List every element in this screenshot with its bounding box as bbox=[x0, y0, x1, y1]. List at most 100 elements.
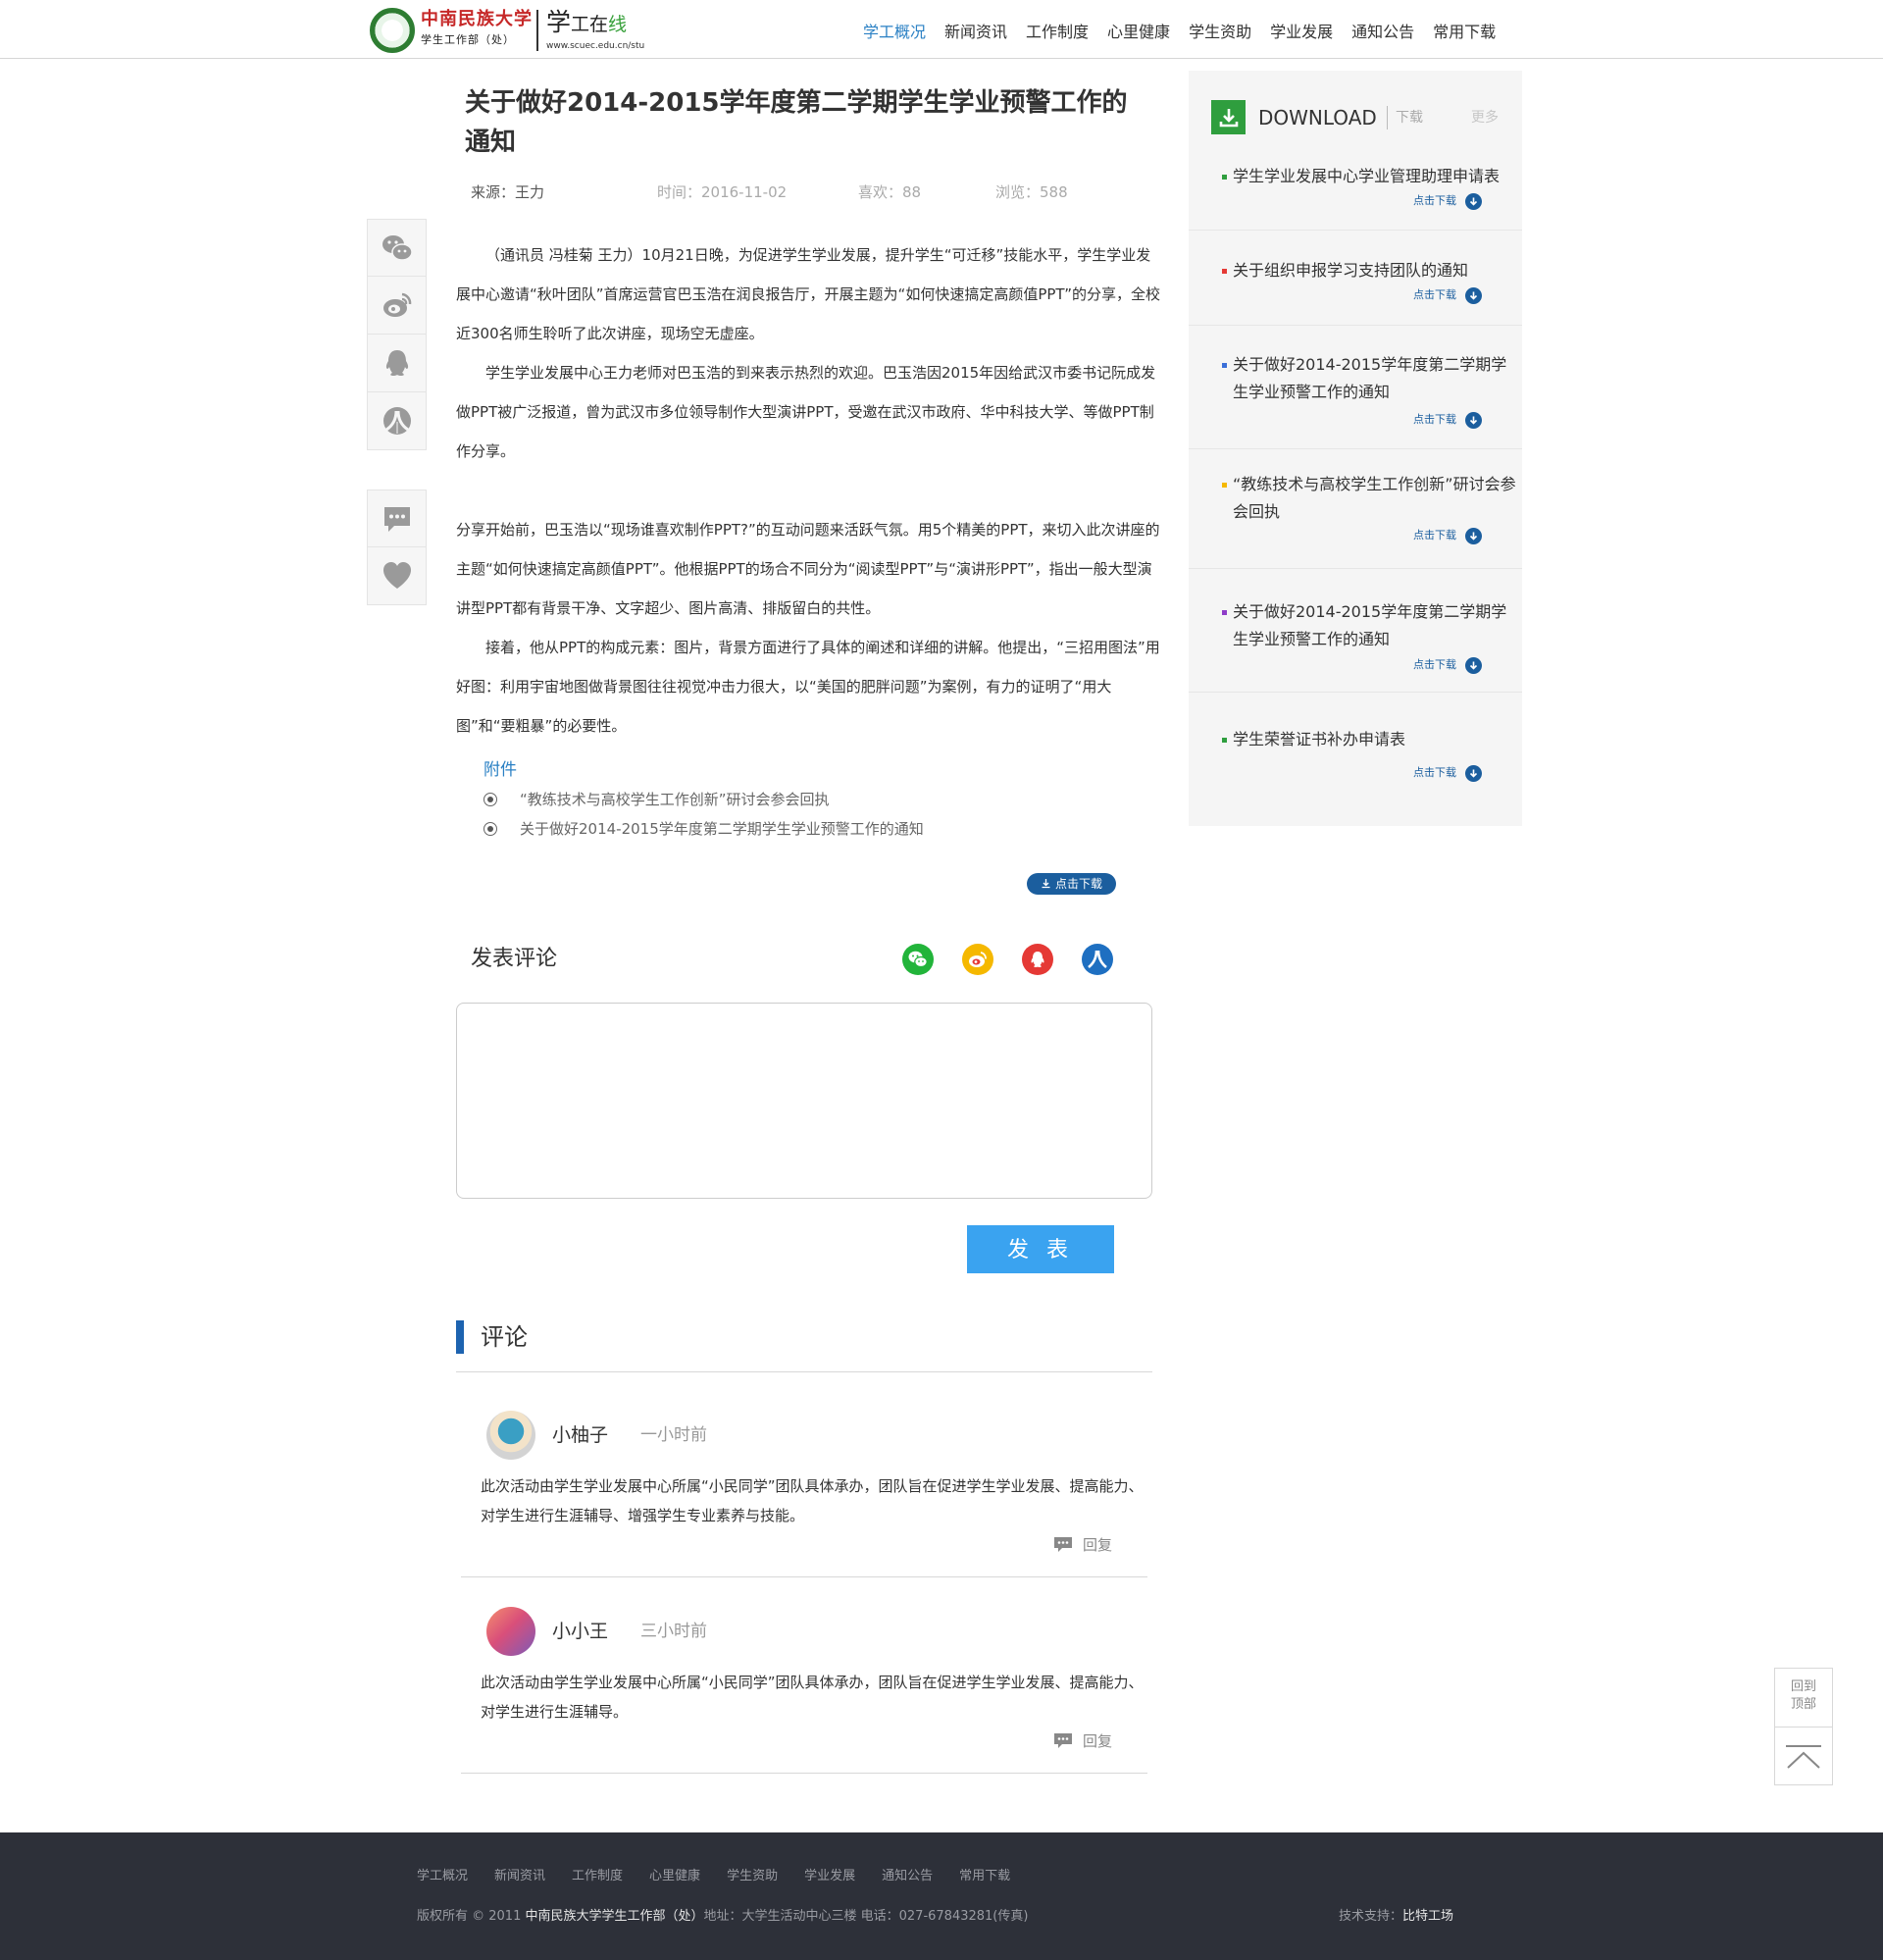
share-rail bbox=[367, 219, 427, 605]
footer: 学工概况 新闻资讯 工作制度 心里健康 学生资助 学业发展 通知公告 常用下载 … bbox=[0, 1832, 1883, 1960]
avatar[interactable] bbox=[486, 1411, 535, 1460]
footer-link-overview[interactable]: 学工概况 bbox=[417, 1867, 468, 1886]
share-wechat-button[interactable] bbox=[902, 944, 934, 975]
comment-item: 小小王 三小时前 此次活动由学生学业发展中心所属“小民同学”团队具体承办，团队旨… bbox=[461, 1607, 1147, 1774]
radio-icon bbox=[483, 793, 497, 806]
comment-text: 此次活动由学生学业发展中心所属“小民同学”团队具体承办，团队旨在促进学生学业发展… bbox=[481, 1477, 1144, 1524]
bullet-dot bbox=[1222, 363, 1227, 368]
download-icon bbox=[1211, 100, 1246, 134]
qq-icon bbox=[1031, 952, 1044, 967]
logo-site-title-b: 工在 bbox=[571, 14, 609, 35]
back-to-top[interactable]: 回到顶部 bbox=[1774, 1668, 1833, 1785]
download-circle-icon bbox=[1465, 411, 1482, 429]
rail-like-button[interactable] bbox=[367, 547, 427, 605]
back-to-top-arrow-button[interactable] bbox=[1775, 1728, 1832, 1785]
share-weibo-button[interactable] bbox=[962, 944, 993, 975]
download-label: 点击下载 bbox=[1413, 413, 1456, 426]
rail-wechat-button[interactable] bbox=[367, 219, 427, 277]
qq-icon bbox=[385, 350, 408, 376]
nav-item-academic-development[interactable]: 学业发展 bbox=[1270, 20, 1333, 45]
share-qq-button[interactable] bbox=[1022, 944, 1053, 975]
university-emblem-icon bbox=[370, 8, 415, 53]
attachment-label: “教练技术与高校学生工作创新”研讨会参会回执 bbox=[520, 791, 830, 808]
download-icon bbox=[1042, 879, 1050, 889]
sidebar-item-label[interactable]: 关于做好2014-2015学年度第二学期学生学业预警工作的通知 bbox=[1233, 598, 1517, 653]
footer-link-news[interactable]: 新闻资讯 bbox=[494, 1867, 545, 1886]
attachment-download-button[interactable]: 点击下载 bbox=[1027, 873, 1116, 895]
reply-label: 回复 bbox=[1083, 1732, 1113, 1750]
sidebar-download-item: “教练技术与高校学生工作创新”研讨会参会回执 点击下载 bbox=[1189, 449, 1522, 569]
attachment-item[interactable]: 关于做好2014-2015学年度第二学期学生学业预警工作的通知 bbox=[483, 814, 1170, 844]
back-to-top-label[interactable]: 回到顶部 bbox=[1775, 1669, 1832, 1728]
article-views: 浏览：588 bbox=[995, 183, 1068, 201]
logo-site-block: 学工在线 www.scuec.edu.cn/stu bbox=[546, 8, 644, 53]
footer-link-academic-development[interactable]: 学业发展 bbox=[804, 1867, 855, 1886]
nav-item-news[interactable]: 新闻资讯 bbox=[944, 20, 1007, 45]
footer-nav: 学工概况 新闻资讯 工作制度 心里健康 学生资助 学业发展 通知公告 常用下载 bbox=[417, 1867, 1037, 1886]
nav-item-regulations[interactable]: 工作制度 bbox=[1026, 20, 1089, 45]
logo-site-title: 学工在线 bbox=[546, 8, 644, 39]
attachments: 附件 “教练技术与高校学生工作创新”研讨会参会回执 关于做好2014-2015学… bbox=[483, 755, 1170, 844]
comment-time: 一小时前 bbox=[640, 1425, 707, 1445]
comment-author[interactable]: 小小王 bbox=[552, 1617, 608, 1646]
download-circle-icon bbox=[1465, 764, 1482, 782]
sidebar-download-button[interactable]: 点击下载 bbox=[1413, 763, 1482, 783]
site-logo[interactable]: 中南民族大学 学生工作部（处） 学工在线 www.scuec.edu.cn/st… bbox=[370, 8, 654, 53]
weibo-icon bbox=[969, 952, 987, 967]
share-renren-button[interactable] bbox=[1082, 944, 1113, 975]
comment-textarea[interactable] bbox=[456, 1003, 1152, 1199]
sidebar-download-button[interactable]: 点击下载 bbox=[1413, 410, 1482, 430]
copyright-org: 中南民族大学学生工作部（处） bbox=[525, 1909, 704, 1924]
avatar[interactable] bbox=[486, 1607, 535, 1656]
attachment-item[interactable]: “教练技术与高校学生工作创新”研讨会参会回执 bbox=[483, 785, 1170, 814]
nav-item-notices[interactable]: 通知公告 bbox=[1351, 20, 1414, 45]
article-meta: 来源：王力 时间：2016-11-02 喜欢：88 浏览：588 bbox=[471, 181, 1157, 205]
sidebar-download-button[interactable]: 点击下载 bbox=[1413, 526, 1482, 545]
reply-button[interactable]: 回复 bbox=[1053, 1729, 1112, 1753]
comment-author[interactable]: 小柚子 bbox=[552, 1420, 608, 1450]
footer-link-downloads[interactable]: 常用下载 bbox=[959, 1867, 1010, 1886]
share-rail-group bbox=[367, 219, 427, 450]
footer-link-regulations[interactable]: 工作制度 bbox=[572, 1867, 623, 1886]
sidebar-download-button[interactable]: 点击下载 bbox=[1413, 191, 1482, 211]
nav-item-financial-aid[interactable]: 学生资助 bbox=[1189, 20, 1251, 45]
footer-link-notices[interactable]: 通知公告 bbox=[882, 1867, 933, 1886]
rail-qq-button[interactable] bbox=[367, 335, 427, 392]
nav-item-downloads[interactable]: 常用下载 bbox=[1433, 20, 1496, 45]
sidebar-item-label[interactable]: 关于做好2014-2015学年度第二学期学生学业预警工作的通知 bbox=[1233, 351, 1517, 406]
submit-comment-button[interactable]: 发 表 bbox=[967, 1225, 1114, 1273]
rail-weibo-button[interactable] bbox=[367, 277, 427, 335]
logo-site-title-c: 线 bbox=[608, 14, 628, 35]
nav-item-overview[interactable]: 学工概况 bbox=[863, 20, 926, 45]
share-rail-group-actions bbox=[367, 490, 427, 605]
radio-icon bbox=[483, 822, 497, 836]
sidebar-title: DOWNLOAD bbox=[1258, 106, 1377, 129]
reply-button[interactable]: 回复 bbox=[1053, 1533, 1112, 1557]
tech-support-link[interactable]: 比特工场 bbox=[1402, 1909, 1453, 1924]
comment-icon bbox=[1054, 1537, 1072, 1552]
comments-heading: 评论 bbox=[456, 1320, 528, 1354]
renren-icon bbox=[1088, 950, 1107, 969]
article-source: 来源：王力 bbox=[471, 183, 545, 201]
footer-link-financial-aid[interactable]: 学生资助 bbox=[727, 1867, 778, 1886]
sidebar-download-button[interactable]: 点击下载 bbox=[1413, 655, 1482, 675]
article-paragraph: （通讯员 冯桂菊 王力）10月21日晚，为促进学生学业发展，提升学生“可迁移”技… bbox=[456, 246, 1161, 342]
footer-link-mental-health[interactable]: 心里健康 bbox=[649, 1867, 700, 1886]
nav-item-mental-health[interactable]: 心里健康 bbox=[1107, 20, 1170, 45]
sidebar-item-label[interactable]: 关于组织申报学习支持团队的通知 bbox=[1233, 257, 1517, 284]
share-buttons bbox=[902, 944, 1142, 975]
sidebar-item-label[interactable]: 学生学业发展中心学业管理助理申请表 bbox=[1233, 163, 1517, 190]
logo-divider bbox=[536, 10, 538, 51]
sidebar-item-label[interactable]: 学生荣誉证书补办申请表 bbox=[1233, 726, 1517, 753]
sidebar-download-button[interactable]: 点击下载 bbox=[1413, 285, 1482, 305]
article-paragraph: 学生学业发展中心王力老师对巴玉浩的到来表示热烈的欢迎。巴玉浩因2015年因给武汉… bbox=[456, 364, 1156, 460]
sidebar-item-label[interactable]: “教练技术与高校学生工作创新”研讨会参会回执 bbox=[1233, 471, 1517, 526]
rail-renren-button[interactable] bbox=[367, 392, 427, 450]
comment-icon bbox=[383, 506, 410, 532]
article-paragraph: 分享开始前，巴玉浩以“现场谁喜欢制作PPT?”的互动问题来活跃气氛。用5个精美的… bbox=[456, 521, 1160, 617]
download-circle-icon bbox=[1465, 286, 1482, 304]
rail-comment-button[interactable] bbox=[367, 490, 427, 547]
sidebar-more-link[interactable]: 更多 bbox=[1471, 108, 1499, 128]
sidebar-download-item: 学生学业发展中心学业管理助理申请表 点击下载 bbox=[1189, 157, 1522, 231]
chevron-up-icon bbox=[1786, 1744, 1821, 1769]
